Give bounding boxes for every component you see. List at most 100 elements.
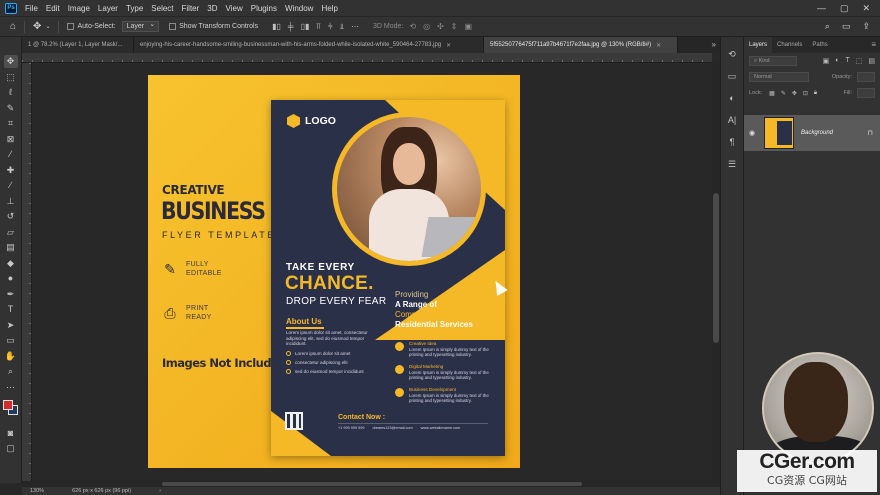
shape-tool-icon[interactable]: ▭ (4, 334, 18, 347)
smart-object-filter-icon[interactable]: ▤ (868, 57, 875, 65)
lock-transparent-icon[interactable]: ▦ (769, 90, 775, 97)
home-icon[interactable]: ⌂ (10, 21, 16, 32)
adjustments-icon[interactable]: ◐ (725, 91, 739, 105)
pen-tool-icon[interactable]: ✒ (4, 288, 18, 301)
align-top-icon[interactable]: ⫪ (316, 22, 321, 32)
pan-icon[interactable]: ✣ (437, 22, 444, 31)
gradient-tool-icon[interactable]: ▤ (4, 241, 18, 254)
menu-window[interactable]: Window (281, 4, 317, 13)
close-tab-icon[interactable]: ✕ (656, 42, 661, 49)
history-brush-tool-icon[interactable]: ↺ (4, 210, 18, 223)
scrollbar-thumb[interactable] (162, 482, 582, 486)
menu-layer[interactable]: Layer (94, 4, 122, 13)
align-middle-icon[interactable]: ⫩ (328, 22, 333, 32)
menu-edit[interactable]: Edit (42, 4, 64, 13)
align-center-icon[interactable]: ╪ (288, 22, 294, 32)
close-icon[interactable]: ✕ (862, 3, 870, 14)
tab-document-1[interactable]: 1 @ 78.2% (Layer 1, Layer Mask/... (22, 37, 134, 53)
history-icon[interactable]: ⟲ (725, 47, 739, 61)
lock-pixels-icon[interactable]: ✎ (781, 90, 786, 97)
frame-tool-icon[interactable]: ⊠ (4, 133, 18, 146)
eraser-tool-icon[interactable]: ▱ (4, 226, 18, 239)
dodge-tool-icon[interactable]: ● (4, 272, 18, 285)
align-left-icon[interactable]: ▮▯ (272, 22, 281, 32)
canvas[interactable]: CREATIVE BUSINESS FLYER TEMPLATE ✎ FULLY… (32, 63, 712, 481)
hand-tool-icon[interactable]: ✋ (4, 350, 18, 363)
menu-image[interactable]: Image (64, 4, 94, 13)
transform-controls-checkbox[interactable] (169, 23, 177, 30)
workspace-icon[interactable]: ▭ (842, 21, 851, 32)
screen-mode-icon[interactable]: ▢ (4, 442, 18, 455)
move-tool-icon[interactable]: ✥ (33, 21, 41, 32)
search-icon[interactable]: ⌕ (825, 21, 830, 32)
paragraph-icon[interactable]: ¶ (725, 135, 739, 149)
tab-document-2[interactable]: enjoying-his-career-handsome-smiling-bus… (134, 37, 484, 53)
chevron-right-icon[interactable]: › (159, 488, 161, 494)
menu-3d[interactable]: 3D (203, 4, 221, 13)
panel-menu-icon[interactable]: ≡ (871, 37, 880, 53)
layer-row-background[interactable]: ◉ Background ⊓ (744, 115, 880, 151)
quick-mask-icon[interactable]: ◙ (4, 427, 18, 440)
blend-mode-dropdown[interactable]: Normal (749, 72, 809, 82)
lock-artboard-icon[interactable]: ⊡ (803, 90, 808, 97)
auto-select-dropdown[interactable]: Layer (121, 20, 160, 32)
tab-paths[interactable]: Paths (807, 37, 832, 53)
shape-filter-icon[interactable]: ⬚ (856, 57, 863, 65)
kind-filter-dropdown[interactable]: ⌕ Kind (749, 56, 797, 66)
auto-select-checkbox[interactable] (67, 23, 75, 30)
lock-all-icon[interactable]: 🔒︎ (814, 90, 817, 97)
vertical-ruler[interactable] (22, 63, 32, 481)
photoshop-logo-icon[interactable]: Ps (5, 2, 17, 14)
eye-visibility-icon[interactable]: ◉ (749, 129, 757, 137)
menu-file[interactable]: File (21, 4, 42, 13)
tabs-overflow-icon[interactable]: » (712, 37, 720, 53)
more-tools-icon[interactable]: ⋯ (4, 381, 18, 394)
opacity-field[interactable] (857, 72, 875, 82)
eyedropper-tool-icon[interactable]: ⁄ (4, 148, 18, 161)
close-tab-icon[interactable]: ✕ (446, 42, 451, 49)
roll-icon[interactable]: ◎ (423, 22, 430, 31)
comments-icon[interactable]: ▭ (725, 69, 739, 83)
menu-filter[interactable]: Filter (178, 4, 204, 13)
lock-icon[interactable]: ⊓ (868, 129, 873, 137)
slide-icon[interactable]: ⇕ (451, 22, 458, 31)
blur-tool-icon[interactable]: ◆ (4, 257, 18, 270)
tab-channels[interactable]: Channels (772, 37, 807, 53)
maximize-icon[interactable]: ▢ (840, 3, 849, 14)
crop-tool-icon[interactable]: ⌗ (4, 117, 18, 130)
foreground-color-swatch[interactable] (2, 400, 13, 410)
scrollbar-thumb[interactable] (713, 193, 719, 343)
lasso-tool-icon[interactable]: ℓ (4, 86, 18, 99)
align-right-icon[interactable]: ▯▮ (301, 22, 310, 32)
align-bottom-icon[interactable]: ⫫ (340, 22, 345, 32)
vertical-scrollbar[interactable] (712, 63, 720, 481)
tab-document-3[interactable]: 5f55250776475f711a97b4671f7e2faa.jpg @ 1… (484, 37, 678, 53)
character-icon[interactable]: A| (725, 113, 739, 127)
zoom-level[interactable]: 130% (30, 488, 44, 494)
move-tool-icon[interactable]: ✥ (3, 55, 18, 68)
marquee-tool-icon[interactable]: ⬚ (4, 71, 18, 84)
zoom-tool-icon[interactable]: ⌕ (4, 365, 18, 378)
stamp-tool-icon[interactable]: ⊥ (4, 195, 18, 208)
layer-name[interactable]: Background (801, 130, 833, 136)
menu-view[interactable]: View (222, 4, 247, 13)
chevron-down-icon[interactable]: ⌄ (45, 23, 50, 30)
type-filter-icon[interactable]: T (845, 57, 849, 65)
tab-layers[interactable]: Layers (744, 37, 773, 53)
minimize-icon[interactable]: — (817, 3, 826, 14)
path-select-tool-icon[interactable]: ➤ (4, 319, 18, 332)
quick-select-tool-icon[interactable]: ✎ (4, 102, 18, 115)
brush-tool-icon[interactable]: ∕ (4, 179, 18, 192)
lock-position-icon[interactable]: ✥ (792, 90, 797, 97)
horizontal-ruler[interactable] (22, 53, 712, 63)
share-icon[interactable]: ⇪ (862, 21, 870, 32)
healing-tool-icon[interactable]: ✚ (4, 164, 18, 177)
menu-help[interactable]: Help (317, 4, 341, 13)
scale-icon[interactable]: ▣ (464, 22, 472, 31)
color-swatches[interactable] (2, 400, 19, 416)
adjustment-filter-icon[interactable]: ◐ (835, 57, 839, 65)
orbit-icon[interactable]: ⟲ (409, 22, 416, 31)
pixel-filter-icon[interactable]: ▣ (823, 57, 830, 65)
menu-plugins[interactable]: Plugins (247, 4, 281, 13)
menu-select[interactable]: Select (147, 4, 177, 13)
